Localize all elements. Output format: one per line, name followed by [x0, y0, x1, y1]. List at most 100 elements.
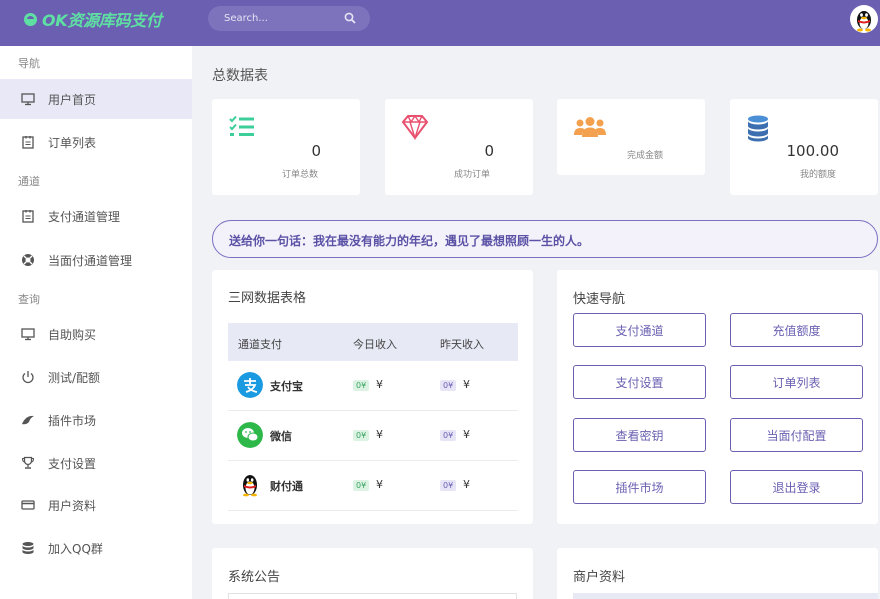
monitor-icon [20, 91, 36, 107]
stat-card-my-quota: 100.00 我的额度 [730, 99, 878, 195]
table-row: 支付宝 0¥ ¥ 0¥ ¥ [228, 361, 518, 411]
nav-section-title: 导航 [18, 57, 40, 70]
sidebar-item-label: 用户资料 [48, 498, 97, 513]
panel-title: 三网数据表格 [228, 291, 307, 306]
recharge-quota-button[interactable]: 充值额度 [730, 313, 863, 347]
search-input[interactable] [224, 10, 342, 27]
channel-name: 财付通 [270, 480, 303, 493]
currency-symbol: ¥ [376, 378, 383, 391]
currency-symbol: ¥ [376, 478, 383, 491]
stat-value: 0 [311, 142, 321, 160]
qq-penguin-icon [243, 475, 257, 497]
stat-value: 100.00 [786, 142, 840, 160]
sidebar-item-label: 测试/配额 [48, 370, 101, 385]
today-income: 0¥ [353, 480, 370, 491]
sidebar-item-label: 用户首页 [48, 92, 97, 107]
table-row: 财付通 0¥ ¥ 0¥ ¥ [228, 461, 518, 511]
top-bar: OK资源库码支付 [0, 0, 880, 46]
order-list-button[interactable]: 订单列表 [730, 365, 863, 399]
sidebar-item-label: 支付通道管理 [48, 209, 121, 224]
yesterday-income: 0¥ [440, 380, 457, 391]
yesterday-income: 0¥ [440, 430, 457, 441]
quote-banner: 送给你一句话：我在最没有能力的年纪，遇见了最想照顾一生的人。 [212, 220, 878, 258]
channel-name: 支付宝 [270, 380, 303, 393]
sidebar: 导航 用户首页 订单列表 通道 支付通道管理 当面付通道管理 查询 自助购买 测… [0, 46, 192, 599]
stat-card-completed-amount: 完成金额 [557, 99, 705, 175]
table-header: 通道支付 今日收入 昨天收入 [228, 323, 518, 361]
sidebar-item-orders[interactable]: 订单列表 [0, 122, 192, 162]
lifebuoy-icon [20, 252, 36, 268]
merchant-table-header [573, 593, 878, 599]
sidebar-item-test-quota[interactable]: 测试/配额 [0, 357, 192, 397]
sidebar-item-join-qq[interactable]: 加入QQ群 [0, 528, 192, 568]
stat-label: 我的额度 [800, 170, 837, 180]
sidebar-item-label: 当面付通道管理 [48, 253, 133, 268]
currency-symbol: ¥ [463, 478, 470, 491]
sidebar-item-label: 订单列表 [48, 135, 97, 150]
card-icon [20, 497, 36, 513]
sidebar-item-f2f-channels[interactable]: 当面付通道管理 [0, 240, 192, 280]
sidebar-item-channels[interactable]: 支付通道管理 [0, 196, 192, 236]
today-income: 0¥ [353, 430, 370, 441]
sidebar-item-label: 插件市场 [48, 413, 97, 428]
currency-symbol: ¥ [463, 378, 470, 391]
panel-title: 快速导航 [573, 292, 626, 307]
table-row: 微信 0¥ ¥ 0¥ ¥ [228, 411, 518, 461]
database-icon [748, 115, 768, 142]
trophy-icon [20, 455, 36, 471]
panel-title: 系统公告 [228, 570, 281, 585]
view-key-button[interactable]: 查看密钥 [573, 418, 706, 452]
checklist-icon [229, 115, 254, 136]
stat-value: 0 [484, 142, 494, 160]
diamond-icon [401, 114, 429, 140]
sidebar-item-label: 加入QQ群 [48, 541, 103, 556]
quote-text: 送给你一句话：我在最没有能力的年纪，遇见了最想照顾一生的人。 [229, 234, 590, 248]
nav-section-title: 查询 [18, 293, 40, 306]
today-income: 0¥ [353, 380, 370, 391]
column-header: 昨天收入 [440, 338, 484, 351]
channel-name: 微信 [270, 430, 292, 443]
nav-section-title: 通道 [18, 175, 40, 188]
sidebar-item-plugins[interactable]: 插件市场 [0, 400, 192, 440]
users-icon [574, 117, 606, 137]
sidebar-item-profile[interactable]: 用户资料 [0, 485, 192, 525]
logo-text: OK资源库码支付 [42, 11, 162, 30]
sidebar-item-pay-settings[interactable]: 支付设置 [0, 443, 192, 483]
plugin-market-button[interactable]: 插件市场 [573, 470, 706, 504]
leaf-icon [20, 412, 36, 428]
stat-card-total-orders: 0 订单总数 [212, 99, 360, 195]
panel-title: 商户资料 [573, 570, 626, 585]
currency-symbol: ¥ [463, 428, 470, 441]
alipay-icon [237, 372, 263, 398]
yesterday-income: 0¥ [440, 480, 457, 491]
column-header: 通道支付 [238, 338, 282, 351]
f2f-config-button[interactable]: 当面付配置 [730, 418, 863, 452]
currency-symbol: ¥ [376, 428, 383, 441]
stat-label: 成功订单 [454, 170, 491, 180]
search-icon[interactable] [344, 12, 356, 24]
sidebar-item-home[interactable]: 用户首页 [0, 79, 192, 119]
clipboard-icon [20, 134, 36, 150]
logo[interactable]: OK资源库码支付 [24, 9, 162, 30]
stat-label: 订单总数 [282, 170, 319, 180]
qq-penguin-icon [857, 11, 871, 32]
power-icon [20, 369, 36, 385]
sidebar-item-label: 自助购买 [48, 327, 97, 342]
sidebar-item-self-purchase[interactable]: 自助购买 [0, 314, 192, 354]
pay-settings-button[interactable]: 支付设置 [573, 365, 706, 399]
stat-label: 完成金额 [627, 151, 664, 161]
monitor-icon [20, 326, 36, 342]
stat-card-success-orders: 0 成功订单 [385, 99, 533, 195]
avatar[interactable] [850, 5, 878, 33]
pay-channel-button[interactable]: 支付通道 [573, 313, 706, 347]
column-header: 今日收入 [353, 338, 397, 351]
notice-box [228, 593, 517, 599]
page-title: 总数据表 [212, 68, 268, 84]
wechat-icon [237, 422, 263, 448]
sidebar-item-label: 支付设置 [48, 456, 97, 471]
logout-button[interactable]: 退出登录 [730, 470, 863, 504]
clipboard-icon [20, 208, 36, 224]
search-box [208, 6, 370, 31]
logo-icon [24, 12, 37, 26]
database-icon [20, 540, 36, 556]
